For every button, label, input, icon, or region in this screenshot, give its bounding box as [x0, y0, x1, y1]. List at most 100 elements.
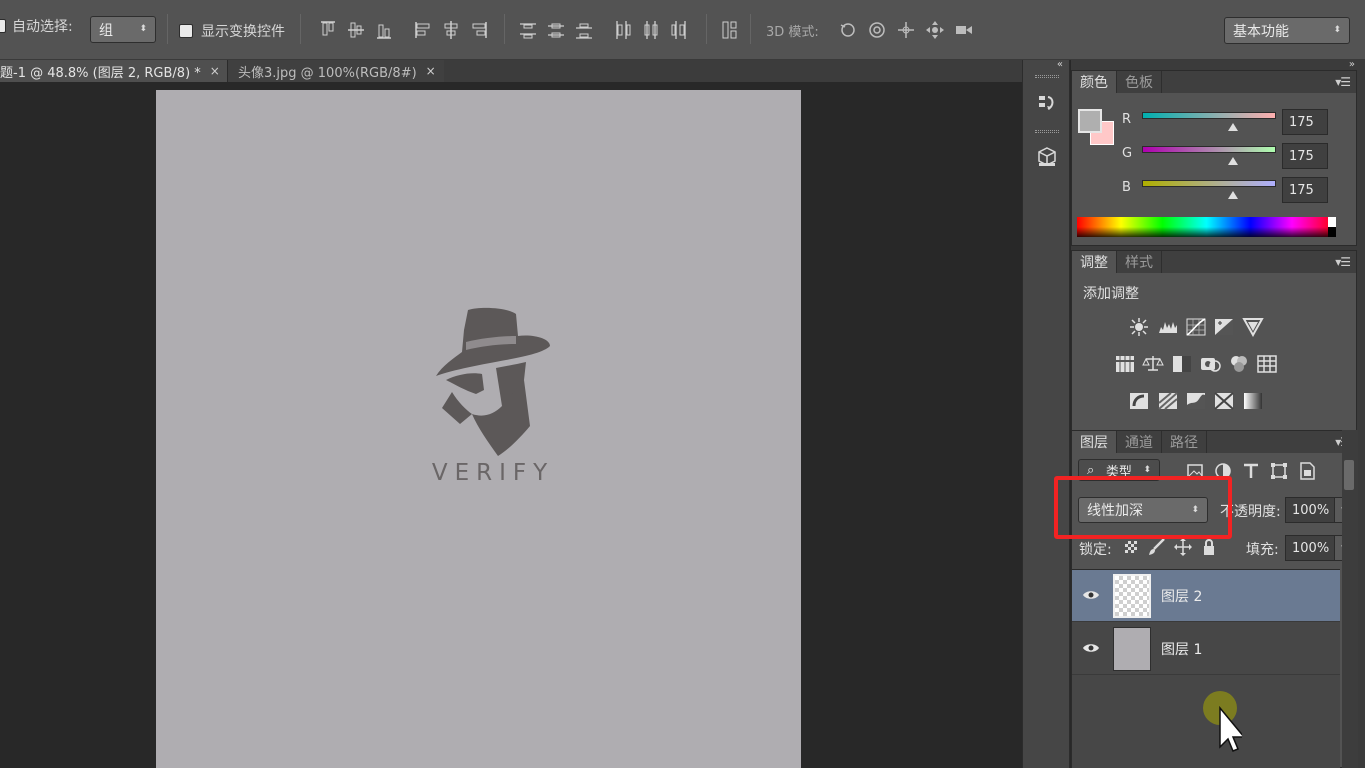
curves-icon[interactable]: [1185, 317, 1207, 337]
distribute-bottom-icon[interactable]: [574, 19, 594, 41]
layers-scrollbar[interactable]: [1342, 430, 1358, 768]
threshold-icon[interactable]: [1185, 391, 1207, 411]
tab-adjustments[interactable]: 调整: [1072, 251, 1117, 273]
channel-b-slider[interactable]: [1142, 180, 1276, 187]
divider: [504, 14, 505, 44]
show-transform-checkbox[interactable]: [179, 24, 193, 38]
tab-color[interactable]: 颜色: [1072, 71, 1117, 93]
slider-thumb[interactable]: [1228, 191, 1238, 199]
distribute-hcenter-icon[interactable]: [641, 19, 661, 41]
align-bottom-icon[interactable]: [374, 19, 394, 41]
dock-grip[interactable]: [1035, 75, 1059, 78]
slider-thumb[interactable]: [1228, 123, 1238, 131]
tab-document-2[interactable]: 头像3.jpg @ 100%(RGB/8#) ×: [227, 60, 444, 82]
filter-shape-icon[interactable]: [1268, 461, 1290, 481]
layer-row-selected[interactable]: 图层 2: [1072, 570, 1340, 622]
channel-r-value[interactable]: 175: [1282, 109, 1328, 135]
channel-g-value[interactable]: 175: [1282, 143, 1328, 169]
distribute-left-icon[interactable]: [613, 19, 633, 41]
mouse-cursor-icon: [1202, 689, 1246, 757]
layer-thumbnail[interactable]: [1113, 574, 1151, 618]
foreground-color-swatch[interactable]: [1078, 109, 1102, 133]
close-icon[interactable]: ×: [210, 64, 220, 78]
tab-styles[interactable]: 样式: [1117, 251, 1162, 273]
visibility-eye-icon[interactable]: [1082, 586, 1100, 604]
black-white-icon[interactable]: [1171, 354, 1193, 374]
auto-select-checkbox[interactable]: [0, 19, 6, 33]
3d-slide-icon[interactable]: [925, 19, 945, 41]
3d-roll-icon[interactable]: [867, 19, 887, 41]
posterize-icon[interactable]: [1157, 391, 1179, 411]
tab-swatches[interactable]: 色板: [1117, 71, 1162, 93]
history-icon[interactable]: [1032, 88, 1062, 118]
canvas-area[interactable]: VERIFY: [0, 82, 1022, 768]
3d-scale-icon[interactable]: [954, 19, 974, 41]
adjustments-panel-header: 调整 样式 ▾☰: [1072, 251, 1356, 273]
add-adjustment-title: 添加调整: [1083, 286, 1139, 302]
auto-align-icon[interactable]: [720, 19, 740, 41]
close-icon[interactable]: ×: [426, 64, 436, 78]
channel-mixer-icon[interactable]: [1228, 354, 1250, 374]
layer-row[interactable]: 图层 1: [1072, 623, 1340, 675]
align-right-icon[interactable]: [469, 19, 489, 41]
dock-grip[interactable]: [1035, 130, 1059, 133]
document-canvas[interactable]: VERIFY: [156, 90, 801, 768]
3d-pan-icon[interactable]: [896, 19, 916, 41]
show-transform-group: 显示变换控件: [179, 21, 285, 41]
levels-icon[interactable]: [1157, 317, 1179, 337]
align-vcenter-icon[interactable]: [346, 19, 366, 41]
divider: [750, 14, 751, 44]
layer-name[interactable]: 图层 2: [1161, 586, 1202, 606]
invert-icon[interactable]: [1128, 391, 1150, 411]
tab-paths[interactable]: 路径: [1162, 431, 1207, 453]
distribute-top-icon[interactable]: [518, 19, 538, 41]
filter-smart-object-icon[interactable]: [1296, 461, 1318, 481]
tab-label: 题-1 @ 48.8% (图层 2, RGB/8) *: [0, 65, 201, 81]
distribute-vcenter-icon[interactable]: [546, 19, 566, 41]
black-swatch[interactable]: [1328, 227, 1336, 237]
channel-b-label: B: [1122, 180, 1131, 195]
lock-all-icon[interactable]: [1198, 537, 1220, 557]
3d-panel-icon[interactable]: [1032, 142, 1062, 172]
layer-name[interactable]: 图层 1: [1161, 639, 1202, 659]
updown-arrow-icon: ⬍: [139, 24, 147, 34]
brightness-icon[interactable]: [1128, 317, 1150, 337]
filter-type-icon[interactable]: [1240, 461, 1262, 481]
tab-label: 头像3.jpg @ 100%(RGB/8#): [238, 65, 417, 81]
panel-menu-icon[interactable]: ▾☰: [1335, 255, 1351, 269]
tab-document-1[interactable]: 题-1 @ 48.8% (图层 2, RGB/8) * ×: [0, 60, 227, 82]
align-hcenter-icon[interactable]: [441, 19, 461, 41]
tab-layers[interactable]: 图层: [1072, 431, 1117, 453]
exposure-icon[interactable]: [1213, 317, 1235, 337]
channel-g-slider[interactable]: [1142, 146, 1276, 153]
slider-thumb[interactable]: [1228, 157, 1238, 165]
3d-rotate-icon[interactable]: [838, 19, 858, 41]
expand-arrows-icon[interactable]: »: [1349, 59, 1355, 70]
lock-pixels-icon[interactable]: [1146, 537, 1168, 557]
color-lookup-icon[interactable]: [1256, 354, 1278, 374]
white-swatch[interactable]: [1328, 217, 1336, 227]
selective-color-icon[interactable]: [1213, 391, 1235, 411]
logo-text: VERIFY: [431, 460, 555, 486]
color-spectrum[interactable]: [1077, 217, 1336, 237]
collapse-arrows-icon[interactable]: «: [1057, 59, 1063, 70]
lock-transparent-icon[interactable]: [1120, 537, 1142, 557]
scrollbar-thumb[interactable]: [1344, 460, 1354, 490]
channel-b-value[interactable]: 175: [1282, 177, 1328, 203]
align-top-icon[interactable]: [318, 19, 338, 41]
visibility-eye-icon[interactable]: [1082, 639, 1100, 657]
distribute-right-icon[interactable]: [669, 19, 689, 41]
hue-saturation-icon[interactable]: [1114, 354, 1136, 374]
lock-position-icon[interactable]: [1172, 537, 1194, 557]
photo-filter-icon[interactable]: [1199, 354, 1221, 374]
align-left-icon[interactable]: [413, 19, 433, 41]
gradient-map-icon[interactable]: [1242, 391, 1264, 411]
panel-menu-icon[interactable]: ▾☰: [1335, 75, 1351, 89]
channel-r-slider[interactable]: [1142, 112, 1276, 119]
tab-channels[interactable]: 通道: [1117, 431, 1162, 453]
color-balance-icon[interactable]: [1142, 354, 1164, 374]
layer-thumbnail[interactable]: [1113, 627, 1151, 671]
vibrance-icon[interactable]: [1242, 317, 1264, 338]
workspace-dropdown[interactable]: 基本功能 ⬍: [1224, 17, 1350, 44]
auto-select-dropdown[interactable]: 组 ⬍: [90, 16, 156, 43]
